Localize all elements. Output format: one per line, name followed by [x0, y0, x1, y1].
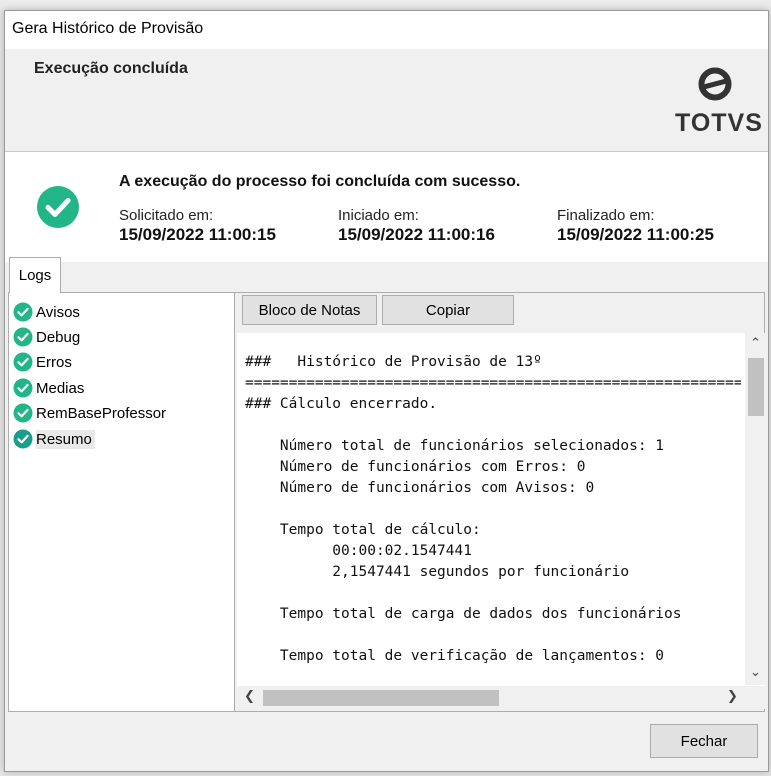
status-panel: A execução do processo foi concluída com… [5, 152, 768, 262]
fechar-button[interactable]: Fechar [650, 724, 758, 758]
horizontal-scroll-thumb[interactable] [263, 690, 499, 706]
log-viewer[interactable]: ### Histórico de Provisão de 13º =======… [237, 333, 765, 709]
dialog-header: Execução concluída TOTVS [5, 49, 768, 152]
vertical-scroll-thumb[interactable] [748, 358, 764, 416]
log-tree-item-debug[interactable]: Debug [13, 325, 83, 349]
log-tree-item-resumo[interactable]: Resumo [13, 427, 95, 451]
check-circle-icon [13, 378, 33, 398]
dialog-window: Gera Histórico de Provisão Execução conc… [4, 10, 769, 772]
totvs-logo-icon [698, 67, 732, 101]
header-title: Execução concluída [34, 60, 188, 77]
solicitado-block: Solicitado em: 15/09/2022 11:00:15 [119, 207, 276, 245]
log-tree-item-erros[interactable]: Erros [13, 350, 75, 374]
scroll-down-icon[interactable]: ⌄ [750, 665, 761, 680]
check-circle-icon [13, 327, 33, 347]
tab-logs[interactable]: Logs [9, 257, 61, 293]
scroll-up-icon[interactable]: ⌃ [750, 336, 761, 351]
finalizado-value: 15/09/2022 11:00:25 [557, 225, 714, 244]
finalizado-block: Finalizado em: 15/09/2022 11:00:25 [557, 207, 714, 245]
log-tree-item-rembaseprofessor[interactable]: RemBaseProfessor [13, 401, 169, 425]
finalizado-label: Finalizado em: [557, 207, 655, 224]
horizontal-scrollbar[interactable]: ❮ ❯ [237, 686, 745, 709]
log-tree-item-label: Debug [36, 328, 81, 346]
scroll-right-icon[interactable]: ❯ [727, 689, 738, 704]
totvs-logo: TOTVS [675, 67, 762, 137]
scroll-left-icon[interactable]: ❮ [244, 689, 255, 704]
background-app-strip [0, 0, 771, 10]
window-title: Gera Histórico de Provisão [12, 20, 204, 37]
check-circle-icon [13, 302, 33, 322]
totvs-logo-text: TOTVS [675, 109, 763, 137]
status-message: A execução do processo foi concluída com… [119, 173, 521, 190]
log-tree-item-label: RemBaseProfessor [36, 404, 167, 422]
scrollbar-corner [745, 686, 765, 709]
bloco-de-notas-button[interactable]: Bloco de Notas [242, 295, 377, 325]
log-tree-item-avisos[interactable]: Avisos [13, 300, 83, 324]
log-tree-item-medias[interactable]: Medias [13, 376, 87, 400]
log-tree: Avisos Debug Erros Medias RemBaseProfess… [9, 293, 235, 711]
log-tree-item-label: Erros [36, 353, 72, 371]
check-circle-icon [13, 403, 33, 423]
iniciado-label: Iniciado em: [338, 207, 419, 224]
check-circle-icon [13, 352, 33, 372]
log-content: ### Histórico de Provisão de 13º =======… [245, 354, 741, 664]
solicitado-value: 15/09/2022 11:00:15 [119, 225, 276, 244]
iniciado-block: Iniciado em: 15/09/2022 11:00:16 [338, 207, 495, 245]
log-tree-item-label: Medias [36, 379, 85, 397]
copiar-button[interactable]: Copiar [382, 295, 514, 325]
title-bar: Gera Histórico de Provisão [5, 11, 768, 49]
vertical-scrollbar[interactable]: ⌃ ⌄ [745, 333, 765, 685]
log-tree-item-label: Resumo [36, 429, 95, 449]
iniciado-value: 15/09/2022 11:00:16 [338, 225, 495, 244]
logs-tab-panel: Avisos Debug Erros Medias RemBaseProfess… [8, 292, 765, 712]
solicitado-label: Solicitado em: [119, 207, 214, 224]
success-check-icon [37, 186, 79, 228]
log-tree-item-label: Avisos [36, 303, 80, 321]
check-circle-icon [13, 429, 33, 449]
